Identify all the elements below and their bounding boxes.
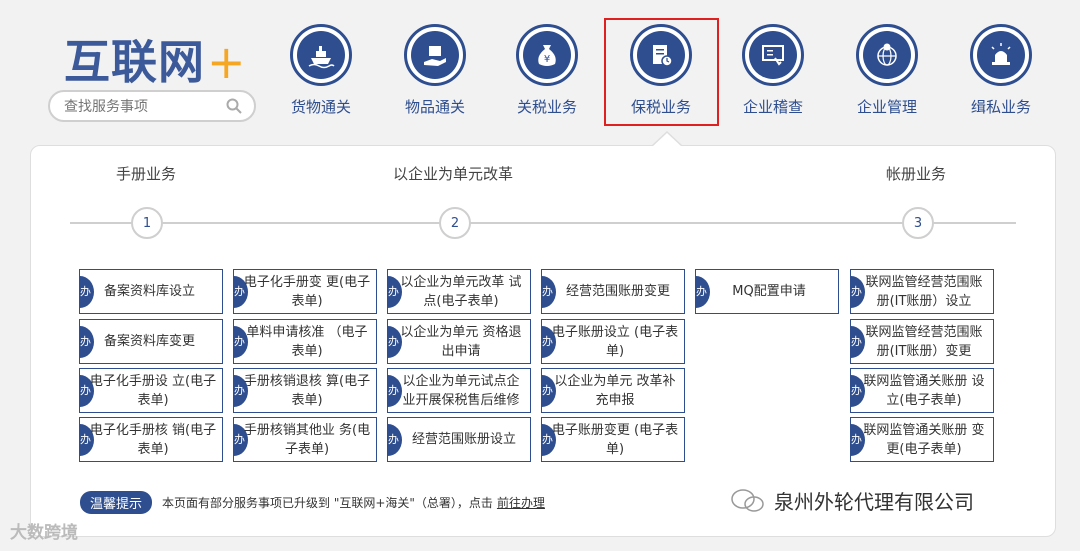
service-card[interactable]: 办以企业为单元改革 试点(电子表单) bbox=[387, 269, 531, 314]
step-dot-1: 1 bbox=[131, 207, 163, 239]
nav-label: 企业稽查 bbox=[742, 98, 803, 116]
nav-label: 物品通关 bbox=[404, 98, 465, 116]
nav-label: 企业管理 bbox=[856, 98, 917, 116]
package-hand-icon bbox=[411, 31, 459, 79]
inspect-screen-icon bbox=[749, 31, 797, 79]
active-nav-highlight bbox=[604, 18, 719, 126]
logo-plus: + bbox=[207, 35, 247, 89]
globe-pin-icon bbox=[863, 31, 911, 79]
nav-label: 缉私业务 bbox=[970, 98, 1031, 116]
service-card[interactable]: 办 MQ配置申请 bbox=[695, 269, 839, 314]
nav-label: 关税业务 bbox=[516, 98, 577, 116]
service-card[interactable]: 办经营范围账册变更 bbox=[541, 269, 685, 314]
nav-label: 货物通关 bbox=[290, 98, 351, 116]
card-label: 电子账册变更 (电子表单) bbox=[551, 422, 679, 457]
card-label: 经营范围账册设立 bbox=[412, 432, 517, 447]
nav-icon-ring: ¥ bbox=[516, 24, 578, 86]
nav-enterprise-mgmt[interactable]: 企业管理 bbox=[832, 24, 942, 117]
card-label: 备案资料库变更 bbox=[104, 334, 196, 349]
notice-badge: 温馨提示 bbox=[80, 491, 153, 514]
nav-anti-smuggling[interactable]: 缉私业务 bbox=[946, 24, 1056, 117]
nav-icon-ring bbox=[742, 24, 804, 86]
card-label: MQ配置申请 bbox=[732, 284, 806, 299]
card-label: 电子化手册变 更(电子表单) bbox=[243, 274, 371, 309]
nav-tariff[interactable]: ¥ 关税业务 bbox=[492, 24, 602, 117]
yen-bag-icon: ¥ bbox=[523, 31, 571, 79]
card-label: 手册核销退核 算(电子表单) bbox=[243, 373, 371, 408]
company-watermark: 泉州外轮代理有限公司 bbox=[730, 486, 974, 515]
siren-icon bbox=[977, 31, 1025, 79]
service-card[interactable]: 办电子账册变更 (电子表单) bbox=[541, 417, 685, 462]
card-label: 联网监管经营范围账 册(IT账册）设立 bbox=[865, 274, 983, 309]
nav-icon-ring bbox=[856, 24, 918, 86]
service-card[interactable]: 办电子化手册核 销(电子表单) bbox=[79, 417, 223, 462]
card-label: 以企业为单元改革 试点(电子表单) bbox=[400, 274, 522, 309]
service-card[interactable]: 办以企业为单元 资格退出申请 bbox=[387, 319, 531, 364]
step-title-enterprise-unit: 以企业为单元改革 bbox=[393, 165, 514, 183]
card-label: 以企业为单元 资格退出申请 bbox=[400, 324, 522, 359]
card-label: 以企业为单元试点企 业开展保税售后维修 bbox=[402, 373, 520, 408]
nav-icon-ring bbox=[970, 24, 1032, 86]
card-label: 以企业为单元 改革补充申报 bbox=[554, 373, 676, 408]
logo: 互联网+ bbox=[64, 26, 247, 92]
service-card[interactable]: 办以企业为单元 改革补充申报 bbox=[541, 368, 685, 413]
nav-cargo-clearance[interactable]: 货物通关 bbox=[266, 24, 376, 117]
service-card[interactable]: 办手册核销其他业 务(电子表单) bbox=[233, 417, 377, 462]
card-label: 联网监管经营范围账 册(IT账册）变更 bbox=[865, 324, 983, 359]
card-label: 联网监管通关账册 设立(电子表单) bbox=[863, 373, 985, 408]
ship-icon bbox=[297, 31, 345, 79]
nav-icon-ring bbox=[404, 24, 466, 86]
service-card[interactable]: 办以企业为单元试点企 业开展保税售后维修 bbox=[387, 368, 531, 413]
step-title-ledger: 帐册业务 bbox=[886, 165, 947, 183]
service-card[interactable]: 办联网监管经营范围账 册(IT账册）变更 bbox=[850, 319, 994, 364]
service-card[interactable]: 办联网监管通关账册 设立(电子表单) bbox=[850, 368, 994, 413]
service-card[interactable]: 办备案资料库变更 bbox=[79, 319, 223, 364]
card-label: 经营范围账册变更 bbox=[566, 284, 671, 299]
step-dot-3: 3 bbox=[902, 207, 934, 239]
panel-pointer-fill bbox=[652, 133, 682, 147]
nav-icon-ring bbox=[290, 24, 352, 86]
service-card[interactable]: 办联网监管通关账册 变更(电子表单) bbox=[850, 417, 994, 462]
logo-text: 互联网 bbox=[64, 35, 205, 89]
card-label: 联网监管通关账册 变更(电子表单) bbox=[863, 422, 985, 457]
step-title-handbook: 手册业务 bbox=[116, 165, 177, 183]
card-label: 单料申请核准 （电子表单) bbox=[246, 324, 368, 359]
service-card[interactable]: 办联网监管经营范围账 册(IT账册）设立 bbox=[850, 269, 994, 314]
notice-bar: 温馨提示 本页面有部分服务事项已升级到 "互联网+海关"（总署），点击 前往办理 bbox=[80, 491, 545, 514]
nav-goods-clearance[interactable]: 物品通关 bbox=[380, 24, 490, 117]
card-label: 电子化手册设 立(电子表单) bbox=[89, 373, 217, 408]
service-card[interactable]: 办单料申请核准 （电子表单) bbox=[233, 319, 377, 364]
search-input[interactable] bbox=[64, 97, 224, 117]
brand-watermark: 大数跨境 bbox=[10, 523, 78, 543]
goto-handle-link[interactable]: 前往办理 bbox=[497, 494, 545, 511]
card-label: 备案资料库设立 bbox=[104, 284, 196, 299]
search-box[interactable] bbox=[48, 90, 256, 122]
card-label: 电子化手册核 销(电子表单) bbox=[89, 422, 217, 457]
service-card[interactable]: 办经营范围账册设立 bbox=[387, 417, 531, 462]
card-label: 手册核销其他业 务(电子表单) bbox=[243, 422, 371, 457]
service-card[interactable]: 办电子化手册变 更(电子表单) bbox=[233, 269, 377, 314]
company-watermark-text: 泉州外轮代理有限公司 bbox=[774, 490, 974, 514]
step-dot-2: 2 bbox=[439, 207, 471, 239]
service-card[interactable]: 办手册核销退核 算(电子表单) bbox=[233, 368, 377, 413]
search-icon[interactable] bbox=[226, 98, 242, 114]
notice-text: 本页面有部分服务事项已升级到 "互联网+海关"（总署），点击 bbox=[162, 496, 493, 510]
card-label: 电子账册设立 (电子表单) bbox=[551, 324, 679, 359]
service-card[interactable]: 办电子化手册设 立(电子表单) bbox=[79, 368, 223, 413]
svg-text:¥: ¥ bbox=[544, 54, 550, 65]
service-card[interactable]: 办备案资料库设立 bbox=[79, 269, 223, 314]
service-card[interactable]: 办电子账册设立 (电子表单) bbox=[541, 319, 685, 364]
nav-audit[interactable]: 企业稽查 bbox=[718, 24, 828, 117]
step-timeline bbox=[70, 222, 1016, 224]
wechat-icon bbox=[731, 488, 764, 512]
